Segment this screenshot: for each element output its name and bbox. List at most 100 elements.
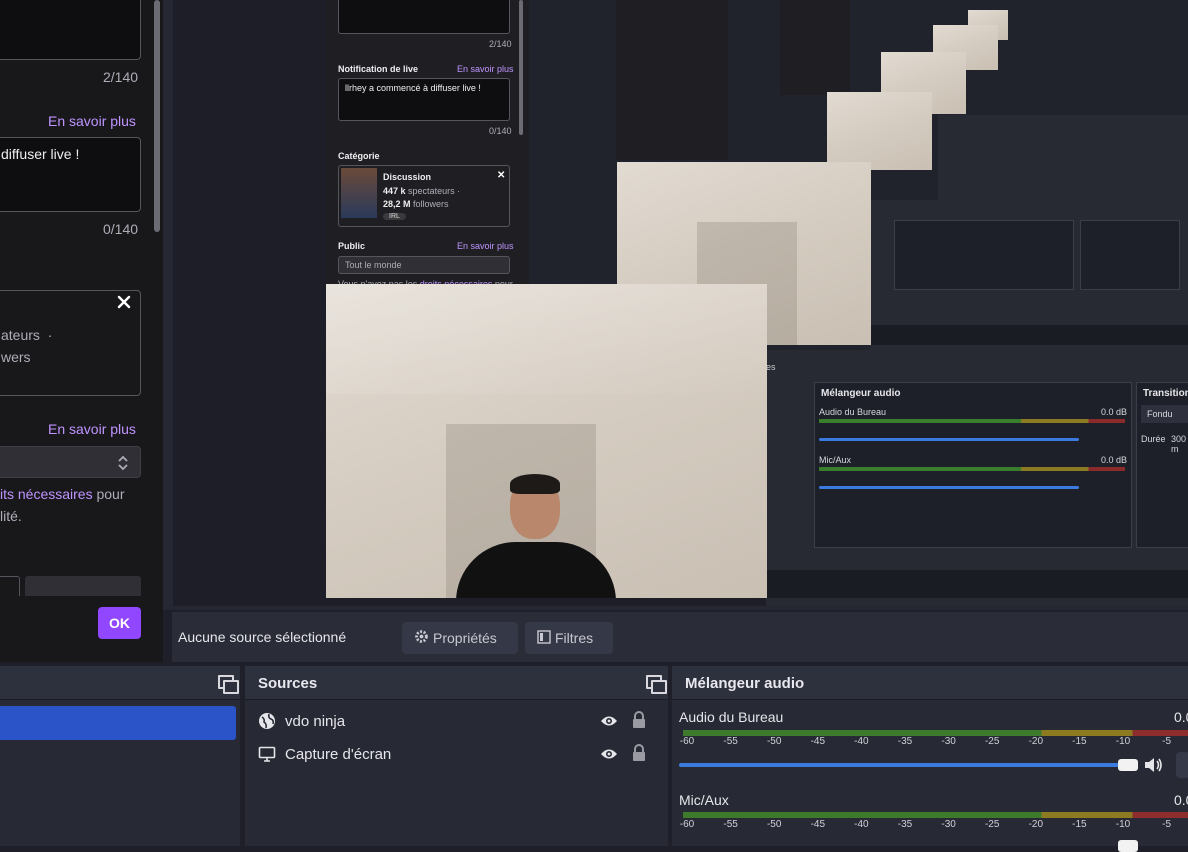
nested-live-notif-label: Notification de live: [338, 64, 419, 74]
gear-icon: [414, 629, 429, 647]
audience-select[interactable]: [0, 446, 141, 478]
meter-tick-label: -60: [679, 819, 695, 830]
nested-category-label: Catégorie: [338, 151, 380, 161]
nested-mixer-title: Mélangeur audio: [821, 388, 901, 399]
nested-mixer-panel: Mélangeur audio Audio du Bureau 0.0 dB M…: [814, 382, 1132, 548]
meter-tick-label: -45: [810, 819, 826, 830]
eye-icon[interactable]: [600, 747, 618, 761]
meter-tick-label: -40: [854, 819, 869, 830]
nested-duration-value: 300 m: [1171, 434, 1187, 454]
recursive-dashboard-tiny: [780, 0, 850, 95]
person-hair: [510, 474, 560, 494]
sources-dock: Sources vdo ninja Capture d'écran: [245, 666, 668, 846]
nested-channel1-db: 0.0 dB: [1101, 407, 1128, 417]
recursive-obs-window-2: [938, 115, 1188, 200]
lock-icon[interactable]: [632, 711, 646, 729]
meter-tick-label: -10: [1115, 736, 1131, 747]
meter-tick-label: -35: [897, 819, 913, 830]
eye-icon[interactable]: [600, 714, 618, 728]
nested-category-thumb: [341, 168, 377, 218]
rights-notice: its nécessaires pour: [0, 486, 125, 502]
mixer-dock-header: Mélangeur audio: [672, 666, 1188, 700]
monitor-icon: [258, 745, 276, 763]
meter-tick-label: -35: [897, 736, 913, 747]
live-notification-textarea[interactable]: diffuser live !: [0, 137, 141, 212]
nested-scrollbar: [519, 0, 523, 135]
scenes-dock: [0, 666, 240, 846]
meter-tick-label: -30: [941, 736, 956, 747]
nested-category-card: Discussion 447 k spectateurs · 28,2 M fo…: [338, 165, 510, 227]
lock-icon[interactable]: [632, 744, 646, 762]
volume-slider-handle[interactable]: [1118, 840, 1138, 852]
nested-transition-value: Fondu: [1147, 409, 1173, 419]
volume-slider[interactable]: [679, 763, 1119, 767]
nested-taskbar: [766, 570, 1188, 598]
volume-slider-handle[interactable]: [1118, 759, 1138, 771]
meter-tick-label: -15: [1072, 819, 1087, 830]
meter-tick-label: -30: [941, 819, 956, 830]
live-notification-learn-more-link[interactable]: En savoir plus: [48, 113, 136, 129]
nested-title-box: [338, 0, 510, 34]
audio-mixer-dock: Mélangeur audio Audio du Bureau 0.0 -60 -…: [672, 666, 1188, 852]
sources-dock-header: Sources: [245, 666, 668, 700]
scenes-dock-header: [0, 666, 240, 700]
source-toolbar: Aucune source sélectionné Propriétés Fil…: [172, 612, 1188, 662]
stream-info-panel: 2/140 En savoir plus diffuser live ! 0/1…: [0, 0, 163, 662]
panel-scrollbar[interactable]: [154, 0, 160, 232]
meter-tick-label: -20: [1028, 736, 1044, 747]
category-followers-fragment: wers: [1, 349, 31, 365]
source-name: vdo ninja: [285, 713, 346, 730]
ok-button[interactable]: OK: [98, 607, 141, 639]
nested-channel2-db: 0.0 dB: [1101, 455, 1128, 465]
channel-db: 0.0: [1174, 709, 1188, 725]
close-icon[interactable]: [117, 295, 131, 309]
filters-button[interactable]: Filtres: [525, 622, 613, 654]
category-viewers-fragment: ateurs ·: [1, 327, 53, 343]
meter-tick-label: -45: [810, 736, 826, 747]
meter-tick-label: -20: [1028, 819, 1044, 830]
rights-notice-line2: lité.: [0, 508, 22, 524]
nested-category-tag: IRL: [383, 213, 406, 220]
meter-tick-label: -25: [984, 736, 1000, 747]
channel-name: Audio du Bureau: [679, 709, 784, 725]
live-notification-counter: 0/140: [103, 221, 139, 237]
undock-icon[interactable]: [646, 675, 667, 694]
properties-label: Propriétés: [433, 630, 497, 646]
nested-channel2: Mic/Aux: [819, 455, 852, 465]
channel-name: Mic/Aux: [679, 792, 729, 808]
nested-transition-panel: Transition Fondu Durée 300 m: [1136, 382, 1188, 548]
nested-public-value: Tout le monde: [345, 260, 402, 270]
source-item[interactable]: Capture d'écran: [245, 738, 668, 770]
preview-canvas[interactable]: 2/140 Notification de live En savoir plu…: [163, 0, 1188, 610]
audience-learn-more-link[interactable]: En savoir plus: [48, 421, 136, 437]
nested-category-viewers: 447 k spectateurs ·: [383, 186, 461, 196]
filter-icon: [537, 629, 551, 647]
nested-obs-capture: es Mélangeur audio Audio du Bureau 0.0 d…: [766, 350, 1188, 606]
meter-tick-label: -55: [723, 819, 738, 830]
nested-counter2: 0/140: [489, 126, 512, 136]
undock-icon[interactable]: [218, 675, 239, 694]
meter-tick-label: -50: [766, 819, 782, 830]
properties-button[interactable]: Propriétés: [402, 622, 518, 654]
meter-tick-label: -10: [1115, 819, 1131, 830]
channel-level-meter: [683, 730, 1188, 736]
category-card: ateurs · wers: [0, 290, 141, 396]
speaker-icon[interactable]: [1144, 756, 1164, 774]
nested-dashboard-capture: 2/140 Notification de live En savoir plu…: [326, 0, 529, 290]
filters-label: Filtres: [555, 630, 594, 646]
scene-item-selected[interactable]: [0, 706, 236, 740]
meter-tick-label: -60: [679, 736, 695, 747]
source-item[interactable]: vdo ninja: [245, 705, 668, 737]
nested-channel1-volume: [819, 438, 1079, 441]
no-source-label: Aucune source sélectionné: [178, 629, 347, 645]
nested-channel1-meter: [819, 419, 1125, 423]
rights-link[interactable]: its nécessaires: [0, 486, 93, 502]
channel-menu-button[interactable]: [1176, 752, 1188, 778]
live-notification-text: diffuser live !: [1, 146, 80, 162]
nested-counter1: 2/140: [489, 39, 512, 49]
recursive-dashboard-small: [616, 0, 728, 160]
meter-tick-label: -55: [723, 736, 738, 747]
nested-close-icon: ✕: [497, 170, 506, 181]
meter-tick-label: -15: [1072, 736, 1087, 747]
title-textarea[interactable]: [0, 0, 141, 60]
